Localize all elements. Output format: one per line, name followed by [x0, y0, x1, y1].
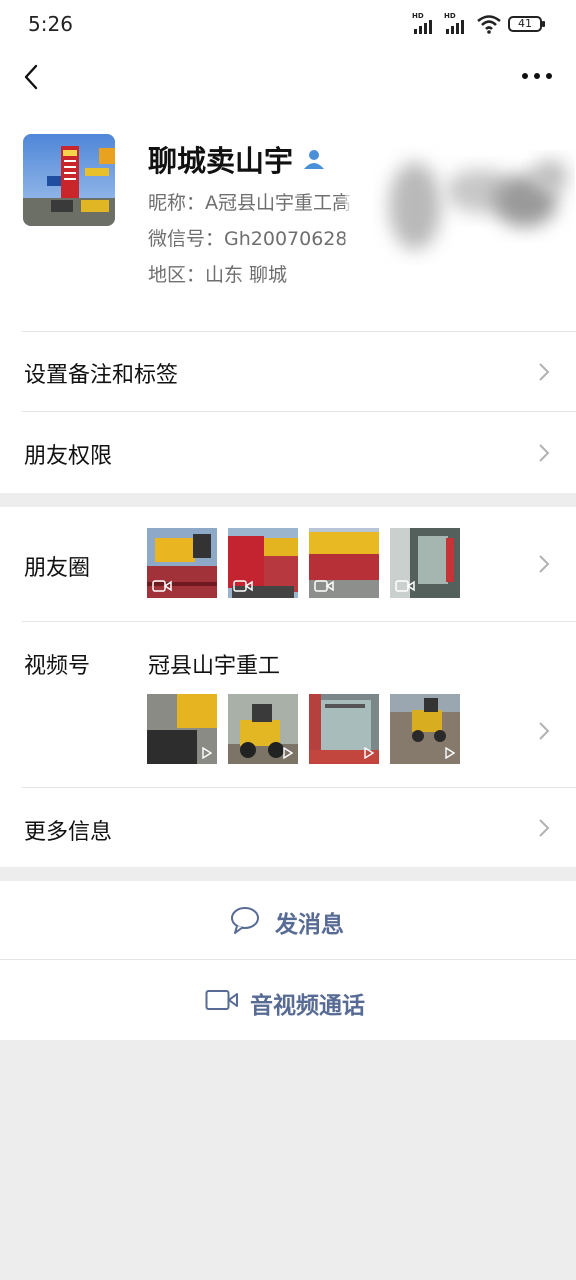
- moments-label: 朋友圈: [24, 556, 91, 581]
- redaction-blur: [345, 146, 568, 266]
- signal-icon: HD: [444, 12, 470, 34]
- friend-permissions-row[interactable]: 朋友权限: [0, 412, 576, 493]
- moments-row[interactable]: 朋友圈: [0, 507, 576, 621]
- video-badge-icon: [395, 580, 415, 592]
- avatar[interactable]: [23, 134, 115, 226]
- voice-video-call-label: 音视频通话: [250, 993, 365, 1019]
- verified-person-icon: [304, 150, 325, 169]
- nickname-line: 昵称：A冠县山宇重工高: [148, 192, 351, 214]
- chat-bubble-icon: [231, 907, 259, 934]
- profile-card: 聊城卖山宇 昵称：A冠县山宇重工高 微信号：Gh20070628 地区：山东 聊…: [0, 106, 576, 332]
- send-message-button[interactable]: 发消息: [0, 881, 576, 959]
- chevron-right-icon: [539, 363, 550, 381]
- more-options-icon[interactable]: [522, 70, 552, 82]
- content-card: 朋友圈 视频号 冠县山宇重工 更多信息: [0, 507, 576, 867]
- friend-permissions-label: 朋友权限: [24, 444, 113, 469]
- signal-icon: HD: [412, 12, 438, 34]
- channels-thumb: [309, 694, 379, 764]
- chevron-right-icon: [539, 444, 550, 462]
- more-info-row[interactable]: 更多信息: [0, 788, 576, 867]
- channels-thumb: [147, 694, 217, 764]
- play-icon: [202, 747, 212, 759]
- status-time: 5:26: [28, 12, 73, 36]
- contact-name: 聊城卖山宇: [148, 144, 294, 178]
- chevron-right-icon: [539, 819, 550, 837]
- region-line: 地区：山东 聊城: [148, 264, 288, 286]
- video-badge-icon: [233, 580, 253, 592]
- channels-thumb: [228, 694, 298, 764]
- send-message-label: 发消息: [275, 912, 344, 938]
- more-info-label: 更多信息: [24, 820, 113, 845]
- status-icons: HD HD 41: [412, 12, 545, 34]
- play-icon: [364, 747, 374, 759]
- moments-thumb: [147, 528, 217, 598]
- chevron-right-icon: [539, 555, 550, 573]
- play-icon: [283, 747, 293, 759]
- moments-thumb: [390, 528, 460, 598]
- settings-card: 设置备注和标签 朋友权限: [0, 331, 576, 493]
- voice-video-call-button[interactable]: 音视频通话: [0, 960, 576, 1040]
- moments-thumb: [228, 528, 298, 598]
- status-bar: 5:26 HD HD 41: [0, 0, 576, 50]
- moments-thumb: [309, 528, 379, 598]
- video-badge-icon: [314, 580, 334, 592]
- wifi-icon: [477, 15, 501, 34]
- remark-tags-label: 设置备注和标签: [24, 363, 179, 388]
- chevron-right-icon: [539, 722, 550, 740]
- wechat-id-line: 微信号：Gh20070628: [148, 228, 348, 250]
- channels-name: 冠县山宇重工: [148, 654, 281, 679]
- top-nav: [0, 50, 576, 106]
- back-icon[interactable]: [18, 62, 48, 92]
- channels-label: 视频号: [24, 654, 91, 679]
- video-call-icon: [205, 990, 238, 1010]
- battery-icon: 41: [508, 16, 545, 32]
- remark-tags-row[interactable]: 设置备注和标签: [0, 331, 576, 412]
- play-icon: [445, 747, 455, 759]
- channels-row[interactable]: 视频号 冠县山宇重工: [0, 622, 576, 787]
- channels-thumb: [390, 694, 460, 764]
- name-row: 聊城卖山宇: [148, 138, 325, 180]
- video-badge-icon: [152, 580, 172, 592]
